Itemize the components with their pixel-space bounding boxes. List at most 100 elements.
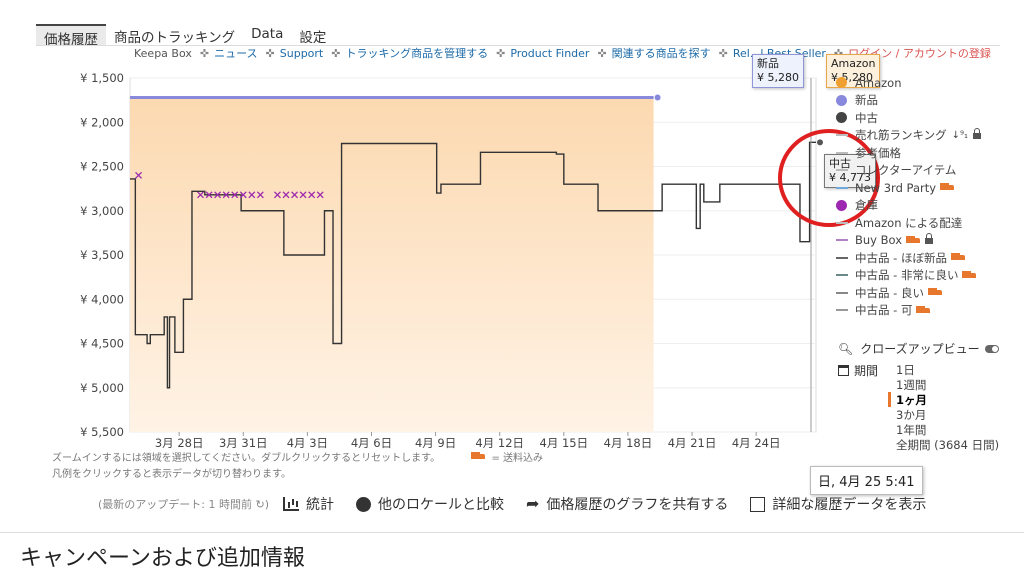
x-tick-label: 4月 3日 <box>287 436 328 450</box>
x-tick-label: 4月 18日 <box>604 436 653 450</box>
legend-item-11[interactable]: 中古品 - 非常に良い <box>836 267 981 285</box>
chart-actions: (最新のアップデート: 1 時間前 ↻) 統計 他のロケールと比較 ➦ 価格履歴… <box>98 494 948 514</box>
legend-item-13[interactable]: 中古品 - 可 <box>836 302 981 320</box>
tooltip-new-value: ¥ 5,280 <box>757 71 799 84</box>
zoom-hint-text: ズームインするには領域を選択してください。ダブルクリックするとリセットします。 <box>52 453 441 464</box>
legend-item-7[interactable]: 倉庫 <box>836 197 981 215</box>
legend-label: 倉庫 <box>855 198 878 213</box>
truck-icon <box>916 305 931 315</box>
legend-hint-text: 凡例をクリックすると表示データが切り替わります。 <box>52 469 291 480</box>
x-tick-label: 4月 9日 <box>415 436 456 450</box>
sort-icon: ↓⁹₁ <box>951 129 969 141</box>
legend-item-8[interactable]: Amazon による配達 <box>836 214 981 232</box>
toggle-switch-icon[interactable] <box>984 344 999 353</box>
details-label: 詳細な履歴データを表示 <box>772 497 927 513</box>
lock-icon <box>973 128 982 140</box>
truck-icon <box>906 235 921 245</box>
period-option-2[interactable]: 1ヶ月 <box>888 392 999 407</box>
period-option-5[interactable]: 全期間 (3684 日間) <box>896 437 999 452</box>
period-option-0[interactable]: 1日 <box>896 362 999 377</box>
legend-item-5[interactable]: コレクターアイテム <box>836 162 981 180</box>
truck-icon <box>471 452 486 461</box>
legend-label: 中古 <box>855 110 878 125</box>
x-tick-label: 4月 15日 <box>540 436 589 450</box>
legend-item-3[interactable]: 売れ筋ランキング ↓⁹₁ <box>836 127 982 145</box>
legend-line-icon <box>836 239 848 242</box>
legend-item-9[interactable]: Buy Box <box>836 232 981 250</box>
legend-line-icon <box>836 274 848 277</box>
legend-line-icon <box>836 134 848 137</box>
truck-icon <box>927 288 942 297</box>
legend-label: 中古品 - 良い <box>855 285 924 300</box>
legend-item-10[interactable]: 中古品 - ほぼ新品 <box>836 249 981 267</box>
legend-dot-icon <box>836 112 847 124</box>
legend-label: Amazon による配達 <box>855 215 963 230</box>
bar-chart-icon <box>283 497 300 511</box>
y-tick-label: ¥ 1,500 <box>80 71 124 85</box>
legend-label: New 3rd Party <box>855 180 937 195</box>
tooltip-new: 新品 ¥ 5,280 <box>752 54 804 88</box>
legend-label: 中古品 - 非常に良い <box>855 268 959 283</box>
legend-dot-icon <box>836 94 847 106</box>
closeup-label: クローズアップビュー <box>860 342 980 356</box>
lock-icon <box>925 233 934 245</box>
legend-dot-icon <box>836 77 847 89</box>
legend-label: コレクターアイテム <box>855 163 957 178</box>
legend-label: 売れ筋ランキング <box>855 128 947 143</box>
period-option-1[interactable]: 1週間 <box>896 377 999 392</box>
period-option-4[interactable]: 1年間 <box>896 422 999 437</box>
section-divider <box>0 532 1024 533</box>
x-tick-label: 3月 28日 <box>155 436 204 450</box>
x-axis: 3月 28日 3月 31日 4月 3日 4月 6日 4月 9日 4月 12日 4月 15日 4… <box>155 432 781 450</box>
tooltip-new-label: 新品 <box>757 57 779 70</box>
x-tick-label: 3月 31日 <box>219 436 268 450</box>
compare-locales-button[interactable]: 他のロケールと比較 <box>356 494 504 514</box>
legend-line-icon <box>836 221 848 224</box>
legend-item-4[interactable]: 参考価格 <box>836 144 981 162</box>
table-icon <box>750 496 766 512</box>
truck-icon <box>962 270 977 280</box>
last-update-text: (最新のアップデート: 1 時間前 <box>98 498 252 511</box>
period-options: 1日 1週間 1ヶ月 3か月 1年間 全期間 (3684 日間) <box>888 362 999 452</box>
share-graph-button[interactable]: ➦ 価格履歴のグラフを共有する <box>526 494 728 514</box>
legend-hint: 凡例をクリックすると表示データが切り替わります。 <box>52 465 291 480</box>
chart-legend: Amazon 新品中古売れ筋ランキング ↓⁹₁ 参考価格 コレクターアイテム New 3r… <box>836 74 982 320</box>
legend-line-icon <box>836 291 848 294</box>
legend-label: Buy Box <box>855 233 903 248</box>
legend-item-12[interactable]: 中古品 - 良い <box>836 284 981 302</box>
legend-line-icon <box>836 309 848 312</box>
truck-icon <box>950 253 965 262</box>
period-label-text: 期間 <box>854 364 879 378</box>
y-tick-label: ¥ 3,000 <box>80 204 124 218</box>
y-tick-label: ¥ 5,000 <box>80 381 124 395</box>
legend-label: Amazon <box>855 75 902 90</box>
legend-label: 新品 <box>855 93 878 108</box>
y-tick-label: ¥ 2,000 <box>80 115 124 129</box>
legend-label: 中古品 - 可 <box>855 303 913 318</box>
tooltip-date: 日, 4月 25 5:41 <box>810 466 923 495</box>
y-tick-label: ¥ 3,500 <box>80 248 124 262</box>
y-axis: ¥ 5,500 ¥ 5,000 ¥ 4,500 ¥ 4,000 ¥ 3,500 ¥ 3,0… <box>80 71 124 439</box>
detailed-history-button[interactable]: 詳細な履歴データを表示 <box>750 494 926 514</box>
truck-icon <box>940 183 955 192</box>
globe-icon <box>356 496 372 512</box>
legend-item-2[interactable]: 中古 <box>836 109 981 127</box>
refresh-icon[interactable]: ↻) <box>256 498 270 511</box>
legend-item-6[interactable]: New 3rd Party <box>836 179 981 197</box>
closeup-toggle[interactable]: 🔍︎ クローズアップビュー <box>838 340 999 357</box>
x-tick-label: 4月 21日 <box>668 436 717 450</box>
section-title: キャンペーンおよび追加情報 <box>20 546 305 571</box>
calendar-icon <box>838 365 849 376</box>
last-update: (最新のアップデート: 1 時間前 ↻) <box>98 496 269 512</box>
legend-item-0[interactable]: Amazon <box>836 74 981 92</box>
search-icon: 🔍︎ <box>838 341 854 356</box>
y-tick-label: ¥ 2,500 <box>80 160 124 174</box>
stats-button[interactable]: 統計 <box>283 494 334 514</box>
x-tick-label: 4月 24日 <box>732 436 781 450</box>
legend-line-icon <box>836 186 848 189</box>
legend-item-1[interactable]: 新品 <box>836 92 981 110</box>
legend-label: 中古品 - ほぼ新品 <box>855 250 947 265</box>
period-option-3[interactable]: 3か月 <box>896 407 999 422</box>
compare-label: 他のロケールと比較 <box>378 497 505 513</box>
x-tick-label: 4月 12日 <box>475 436 524 450</box>
